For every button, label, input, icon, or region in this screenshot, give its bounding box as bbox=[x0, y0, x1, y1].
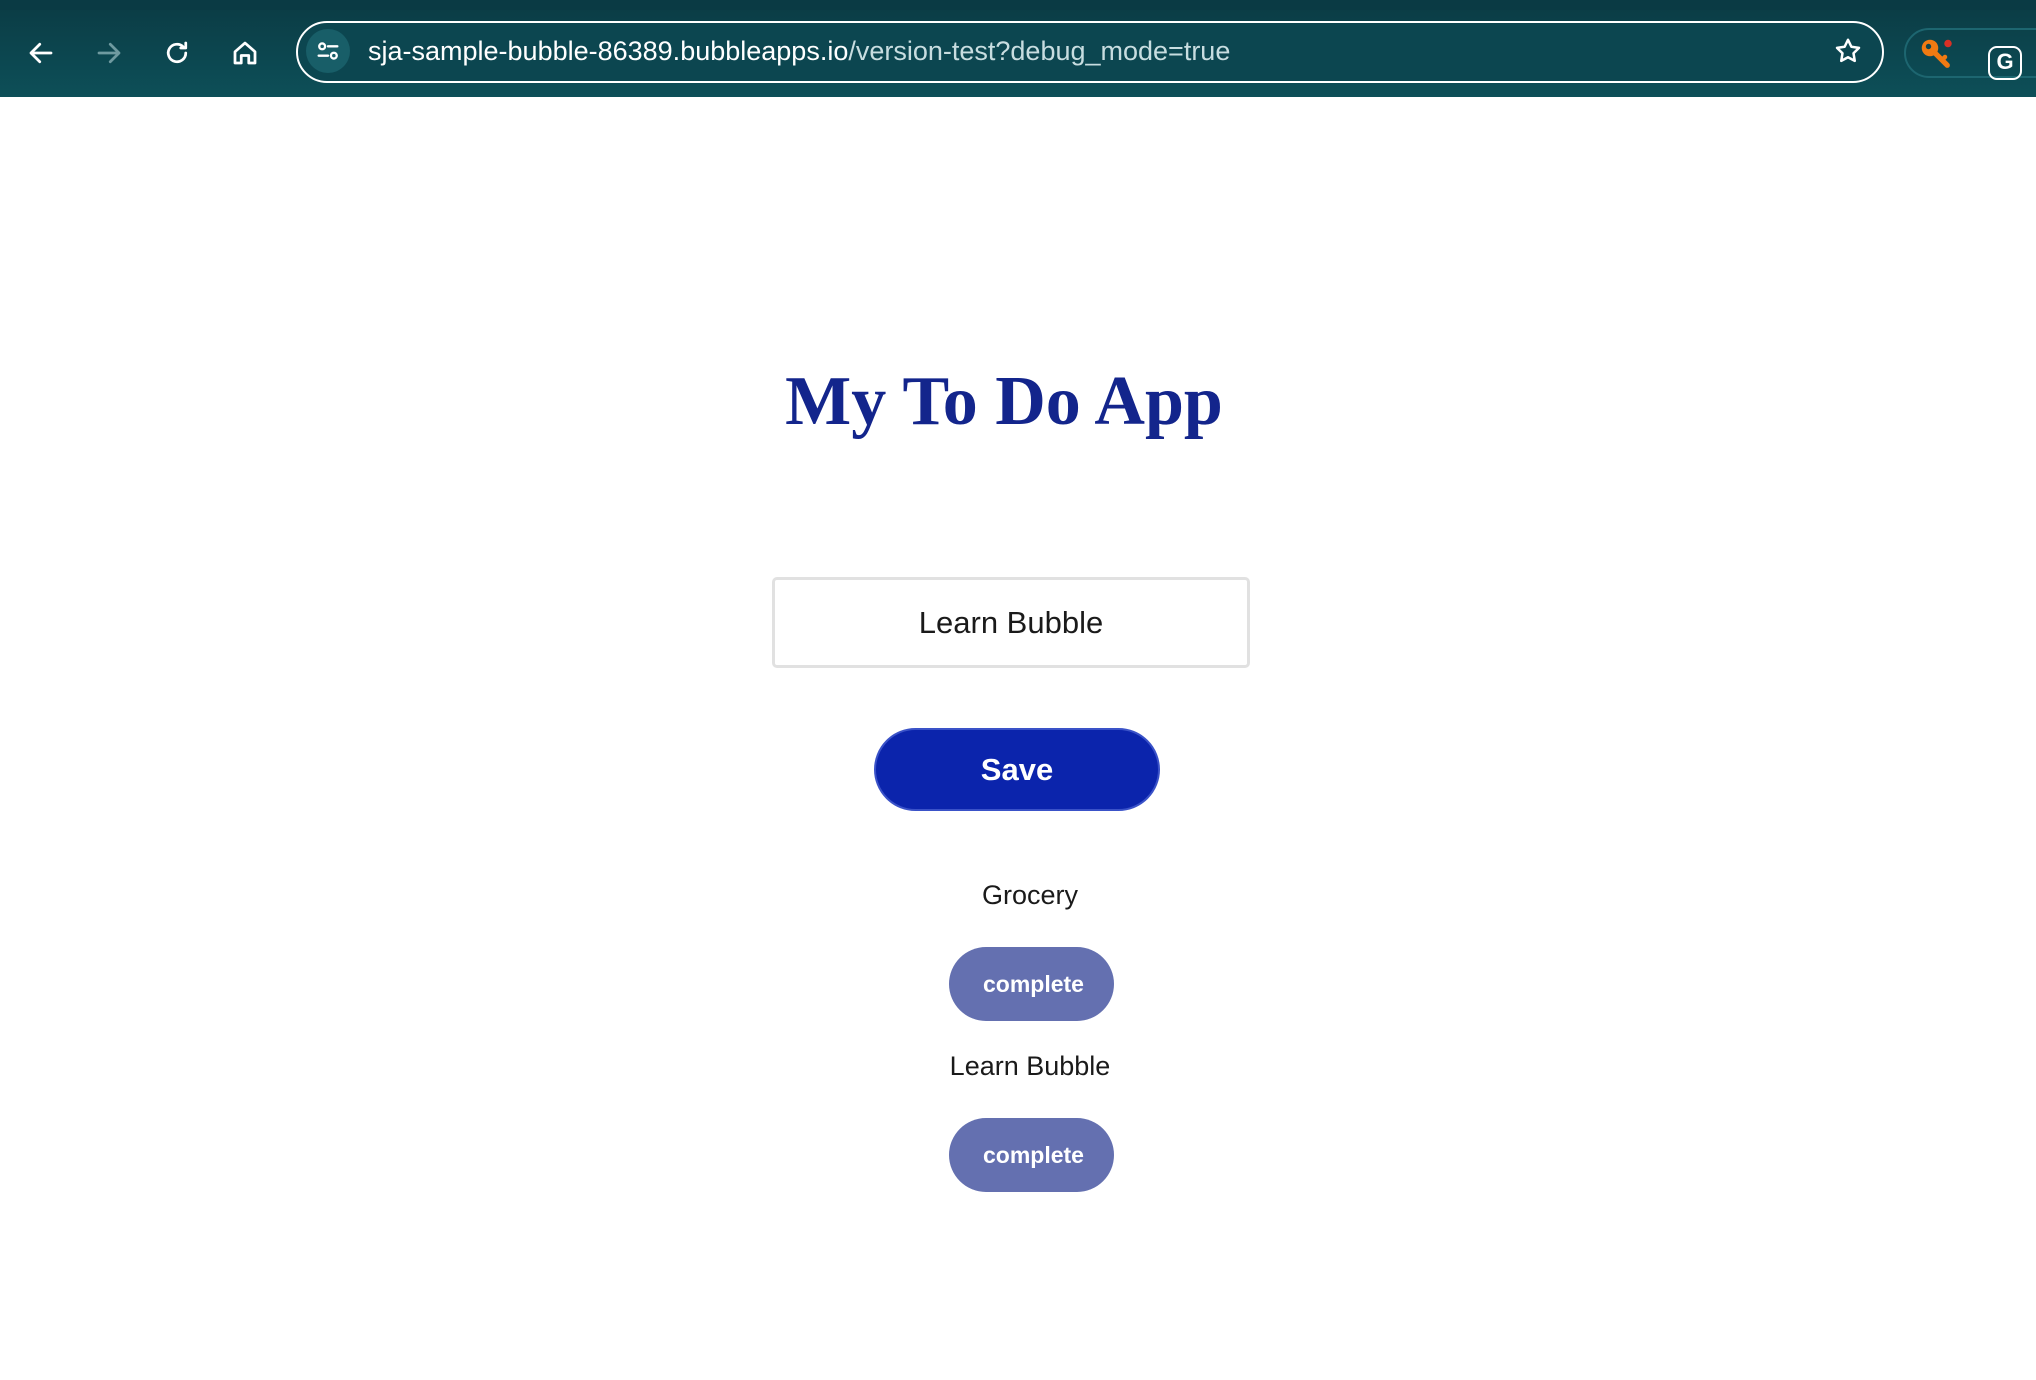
address-bar[interactable]: sja-sample-bubble-86389.bubbleapps.io/ve… bbox=[296, 21, 1884, 83]
bookmark-star-icon[interactable] bbox=[1828, 31, 1868, 71]
save-button[interactable]: Save bbox=[874, 728, 1160, 811]
home-icon[interactable] bbox=[224, 32, 266, 74]
todo-item-label: Learn Bubble bbox=[949, 1051, 1111, 1081]
password-key-icon[interactable] bbox=[1918, 36, 1954, 72]
page-title: My To Do App bbox=[785, 363, 1223, 440]
grammarly-icon[interactable]: G bbox=[1988, 46, 2022, 80]
todo-item-label: Grocery bbox=[981, 880, 1079, 910]
back-icon[interactable] bbox=[20, 32, 62, 74]
site-info-icon[interactable] bbox=[306, 29, 350, 73]
url-host: sja-sample-bubble-86389.bubbleapps.io bbox=[368, 36, 849, 66]
complete-button[interactable]: complete bbox=[949, 1118, 1114, 1192]
complete-button[interactable]: complete bbox=[949, 947, 1114, 1021]
reload-icon[interactable] bbox=[156, 32, 198, 74]
url-text[interactable]: sja-sample-bubble-86389.bubbleapps.io/ve… bbox=[368, 23, 1230, 80]
forward-icon[interactable] bbox=[88, 32, 130, 74]
url-path: /version-test?debug_mode=true bbox=[848, 36, 1231, 66]
todo-input[interactable] bbox=[772, 577, 1250, 668]
browser-toolbar: sja-sample-bubble-86389.bubbleapps.io/ve… bbox=[0, 0, 2036, 97]
